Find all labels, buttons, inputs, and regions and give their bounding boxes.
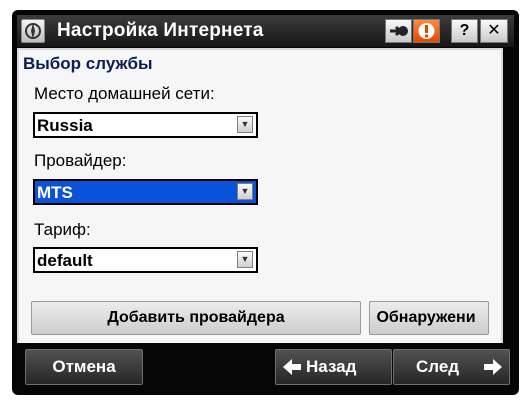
help-button[interactable]: ? — [451, 19, 478, 43]
cancel-label: Отмена — [52, 357, 116, 376]
close-button[interactable]: ✕ — [480, 19, 508, 43]
home-network-label: Место домашней сети: — [34, 84, 215, 103]
alert-icon[interactable] — [413, 19, 440, 43]
main-panel: Выбор службы Место домашней сети: Russia… — [17, 48, 503, 345]
tariff-select[interactable]: default ▼ — [33, 247, 258, 273]
add-provider-button[interactable]: Добавить провайдера — [31, 301, 361, 335]
section-title: Выбор службы — [23, 54, 153, 73]
back-label: Назад — [306, 357, 357, 376]
discover-button[interactable]: Обнаружени — [369, 301, 489, 335]
arrow-left-icon — [283, 359, 301, 375]
connect-icon[interactable] — [385, 19, 412, 43]
chevron-down-icon[interactable]: ▼ — [237, 251, 253, 268]
tariff-label: Тариф: — [34, 220, 91, 239]
next-label: След — [416, 357, 460, 376]
back-button[interactable]: Назад — [275, 349, 392, 385]
provider-select[interactable]: MTS ▼ — [33, 179, 258, 205]
chevron-down-icon[interactable]: ▼ — [237, 183, 253, 200]
home-network-value: Russia — [37, 116, 93, 135]
chevron-down-icon[interactable]: ▼ — [237, 116, 253, 133]
home-network-select[interactable]: Russia ▼ — [33, 112, 258, 138]
compass-icon[interactable] — [21, 19, 45, 43]
window-title: Настройка Интернета — [57, 20, 264, 41]
cancel-button[interactable]: Отмена — [25, 349, 143, 385]
arrow-right-icon — [484, 359, 502, 375]
provider-label: Провайдер: — [34, 151, 127, 170]
device-frame: Настройка Интернета ? ✕ Выбор службы Мес… — [12, 10, 519, 395]
tariff-value: default — [37, 251, 93, 270]
next-button[interactable]: След — [393, 349, 510, 385]
provider-value: MTS — [37, 183, 73, 202]
title-bar: Настройка Интернета ? ✕ — [17, 15, 514, 47]
bottom-bar: Отмена Назад След — [17, 343, 514, 390]
